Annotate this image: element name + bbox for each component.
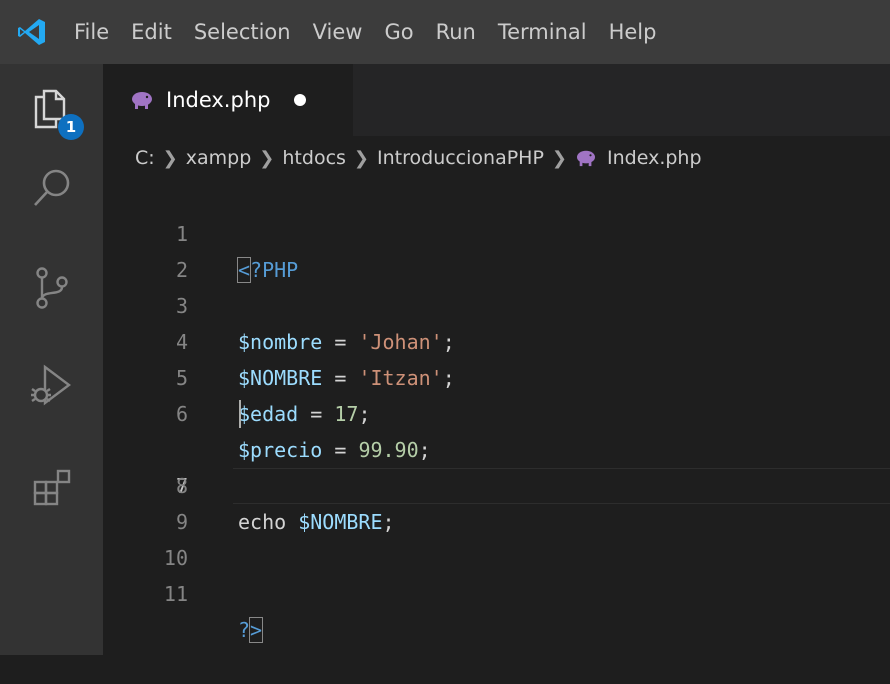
vscode-logo-icon — [0, 0, 64, 64]
source-control-button[interactable] — [0, 248, 103, 328]
line-number: 11 — [163, 582, 188, 606]
chevron-right-icon: ❯ — [162, 147, 178, 169]
run-debug-button[interactable] — [0, 346, 103, 426]
explorer-badge: 1 — [58, 114, 84, 140]
code-line[interactable]: 5 $edad = 17; — [103, 324, 890, 426]
menu-selection[interactable]: Selection — [183, 0, 302, 64]
code-line-active[interactable]: 7 — [103, 396, 890, 504]
code-line[interactable]: 2 — [103, 216, 890, 282]
code-line[interactable]: 1 <?PHP — [103, 180, 890, 283]
menu-terminal[interactable]: Terminal — [487, 0, 598, 64]
breadcrumb-drive[interactable]: C: — [135, 147, 155, 169]
code-editor[interactable]: 1 <?PHP 2 3 $nombre = 'Johan'; 4 $NOMBRE… — [103, 180, 890, 655]
menu-go[interactable]: Go — [373, 0, 424, 64]
tab-label: Index.php — [166, 88, 271, 112]
php-elephant-icon — [132, 92, 152, 109]
breadcrumb-xampp[interactable]: xampp — [186, 147, 252, 169]
chevron-right-icon: ❯ — [259, 147, 275, 169]
text-cursor — [239, 400, 241, 428]
code-line[interactable]: 9 — [103, 468, 890, 534]
menu-file[interactable]: File — [64, 0, 120, 64]
chevron-right-icon: ❯ — [551, 147, 568, 169]
run-debug-icon — [30, 364, 71, 406]
code-line[interactable]: 10 — [103, 504, 890, 570]
code-line[interactable]: 4 $NOMBRE = 'Itzan'; — [103, 288, 890, 390]
menu-edit[interactable]: Edit — [120, 0, 183, 64]
chevron-right-icon: ❯ — [353, 147, 370, 169]
unsaved-dot-icon[interactable] — [294, 94, 307, 106]
explorer-button[interactable]: 1 — [0, 66, 103, 146]
php-elephant-icon — [577, 150, 596, 167]
breadcrumb-folder[interactable]: IntroduccionaPHP — [377, 147, 544, 169]
code-line[interactable]: 3 $nombre = 'Johan'; — [103, 252, 890, 354]
menu-run[interactable]: Run — [425, 0, 487, 64]
activity-bar: 1 — [0, 64, 103, 655]
extensions-button[interactable] — [0, 448, 103, 528]
tab-bar: Index.php — [103, 64, 890, 136]
code-line[interactable]: 6 $precio = 99.90; — [103, 360, 890, 462]
code-line[interactable]: 11 ?> — [103, 540, 890, 643]
breadcrumb-file[interactable]: Index.php — [607, 147, 702, 169]
menu-view[interactable]: View — [302, 0, 374, 64]
breadcrumb: C: ❯ xampp ❯ htdocs ❯ IntroduccionaPHP ❯… — [103, 136, 890, 180]
menu-help[interactable]: Help — [598, 0, 668, 64]
source-control-icon — [35, 267, 68, 309]
tab-index-php[interactable]: Index.php — [103, 64, 353, 136]
search-button[interactable] — [0, 148, 103, 228]
line-code: ?> — [238, 617, 264, 643]
search-icon — [33, 169, 69, 206]
breadcrumb-htdocs[interactable]: htdocs — [282, 147, 346, 169]
menu-bar: File Edit Selection View Go Run Terminal… — [0, 0, 890, 64]
extensions-icon — [33, 469, 70, 506]
code-line[interactable]: 8 echo $NOMBRE; — [103, 432, 890, 534]
